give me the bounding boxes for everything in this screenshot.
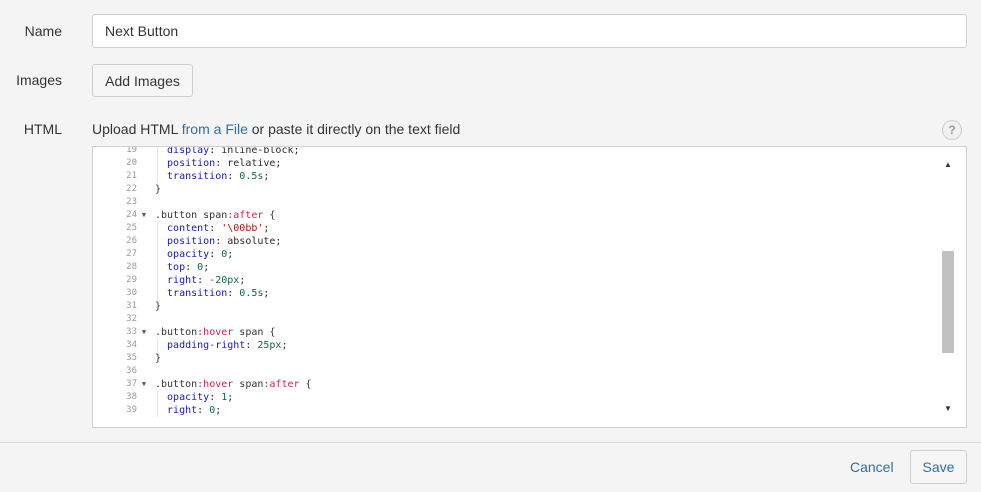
line-number: 35 <box>126 353 137 363</box>
line-number: 31 <box>126 301 137 311</box>
code-line: 39 right: 0; <box>93 404 939 417</box>
line-number: 24 <box>126 210 137 220</box>
code-text: padding-right: 25px; <box>155 340 288 351</box>
line-number: 36 <box>126 366 137 376</box>
code-line: 26 position: absolute; <box>93 235 939 248</box>
code-text: display: inline-block; <box>155 147 300 156</box>
code-text: position: relative; <box>155 158 282 169</box>
code-line: 24 ▼ .button span:after { <box>93 209 939 222</box>
indent-guide <box>157 222 158 300</box>
indent-guide <box>157 339 158 352</box>
add-images-button[interactable]: Add Images <box>92 64 193 97</box>
html-code-editor[interactable]: 19 display: inline-block; 20 position: re… <box>92 146 967 428</box>
indent-guide <box>157 147 158 183</box>
code-text: } <box>155 353 162 364</box>
line-number: 22 <box>126 184 137 194</box>
line-number: 28 <box>126 262 137 272</box>
line-number: 27 <box>126 249 137 259</box>
name-label: Name <box>24 23 62 39</box>
line-number: 25 <box>126 223 137 233</box>
cancel-button[interactable]: Cancel <box>850 459 894 475</box>
help-icon[interactable]: ? <box>942 120 962 140</box>
code-line: 35} <box>93 352 939 365</box>
code-line: 20 position: relative; <box>93 157 939 170</box>
code-line: 29 right: -20px; <box>93 274 939 287</box>
code-text: right: 0; <box>155 405 222 416</box>
code-line: 38 opacity: 1; <box>93 391 939 404</box>
html-label: HTML <box>23 121 62 137</box>
images-label: Images <box>16 72 62 88</box>
fold-arrow-icon[interactable]: ▼ <box>140 378 148 391</box>
scroll-up-arrow-icon[interactable]: ▲ <box>941 159 955 171</box>
line-number: 29 <box>126 275 137 285</box>
code-text: content: '\00bb'; <box>155 223 270 234</box>
scroll-track[interactable] <box>942 173 954 401</box>
line-number: 34 <box>126 340 137 350</box>
line-number: 19 <box>126 147 137 155</box>
line-number: 37 <box>126 379 137 389</box>
line-number: 33 <box>126 327 137 337</box>
fold-arrow-icon[interactable]: ▼ <box>140 209 148 222</box>
code-line: 23 <box>93 196 939 209</box>
code-line: 37 ▼ .button:hover span:after { <box>93 378 939 391</box>
code-line: 19 display: inline-block; <box>93 147 939 157</box>
code-line: 30 transition: 0.5s; <box>93 287 939 300</box>
scroll-down-arrow-icon[interactable]: ▼ <box>941 403 955 415</box>
line-number: 38 <box>126 392 137 402</box>
line-number: 23 <box>126 197 137 207</box>
code-text: .button span:after { <box>155 210 276 221</box>
code-text: } <box>155 184 162 195</box>
code-line: 31} <box>93 300 939 313</box>
footer-divider <box>0 442 981 443</box>
line-number: 26 <box>126 236 137 246</box>
code-text: opacity: 1; <box>155 392 234 403</box>
code-text: } <box>155 301 162 312</box>
from-file-link[interactable]: from a File <box>182 121 248 137</box>
code-text: position: absolute; <box>155 236 282 247</box>
code-line: 27 opacity: 0; <box>93 248 939 261</box>
code-line: 28 top: 0; <box>93 261 939 274</box>
line-number: 32 <box>126 314 137 324</box>
code-text: .button:hover span { <box>155 327 276 338</box>
code-line: 25 content: '\00bb'; <box>93 222 939 235</box>
name-input[interactable] <box>92 14 967 48</box>
code-lines: 19 display: inline-block; 20 position: re… <box>93 147 939 417</box>
code-line: 22} <box>93 183 939 196</box>
code-text: transition: 0.5s; <box>155 171 270 182</box>
code-text: transition: 0.5s; <box>155 288 270 299</box>
code-text: top: 0; <box>155 262 210 273</box>
line-number: 39 <box>126 405 137 415</box>
indent-guide <box>157 391 158 417</box>
save-button[interactable]: Save <box>910 450 967 484</box>
scroll-thumb[interactable] <box>942 250 954 354</box>
code-text: .button:hover span:after { <box>155 379 312 390</box>
line-number: 20 <box>126 158 137 168</box>
code-line: 36 <box>93 365 939 378</box>
editor-scrollbar[interactable]: ▲ ▼ <box>941 159 955 415</box>
fold-arrow-icon[interactable]: ▼ <box>140 326 148 339</box>
upload-suffix: or paste it directly on the text field <box>247 121 461 137</box>
code-text: opacity: 0; <box>155 249 234 260</box>
code-text: right: -20px; <box>155 275 246 286</box>
line-number: 30 <box>126 288 137 298</box>
upload-instructions: Upload HTML from a File or paste it dire… <box>92 121 460 137</box>
code-line: 34 padding-right: 25px; <box>93 339 939 352</box>
code-line: 21 transition: 0.5s; <box>93 170 939 183</box>
upload-prefix: Upload HTML <box>92 121 182 137</box>
code-line: 33 ▼ .button:hover span { <box>93 326 939 339</box>
code-line: 32 <box>93 313 939 326</box>
line-number: 21 <box>126 171 137 181</box>
code-area[interactable]: 19 display: inline-block; 20 position: re… <box>93 147 939 427</box>
